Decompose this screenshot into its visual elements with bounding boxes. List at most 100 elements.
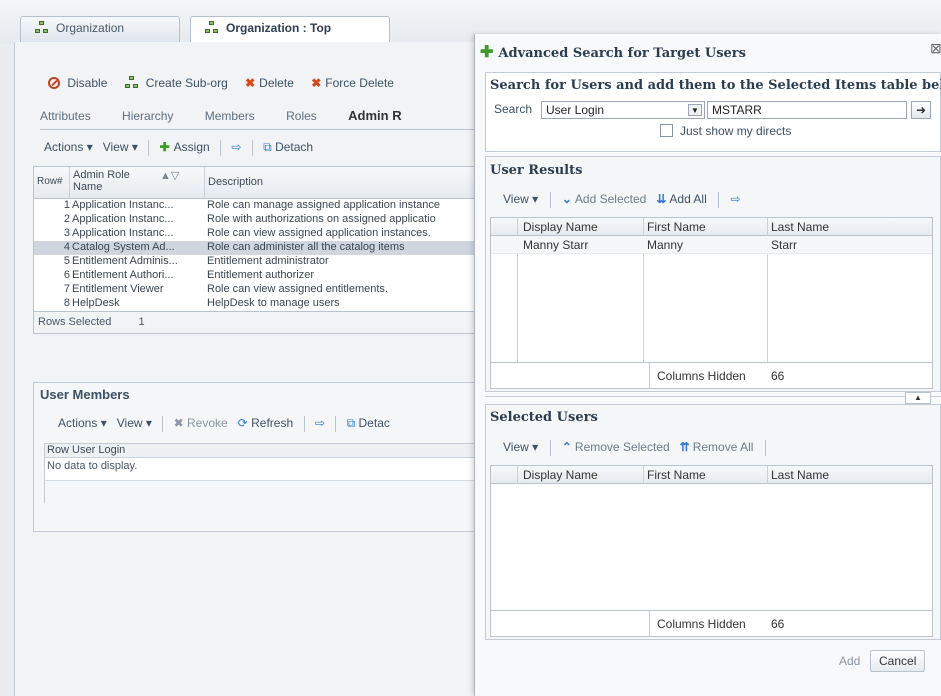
actions-menu[interactable]: Actions ▾	[58, 416, 107, 430]
chevron-up-icon: ⌃	[561, 440, 572, 455]
detail-tabs: Attributes Hierarchy Members Roles Admin…	[40, 108, 484, 130]
column-divider	[767, 466, 768, 484]
close-icon[interactable]: ⊠	[930, 40, 941, 57]
tab-organization-top[interactable]: Organization : Top	[190, 16, 390, 42]
disable-icon	[48, 77, 60, 89]
export-icon[interactable]: ⇨	[730, 192, 740, 206]
disable-button[interactable]: Disable	[48, 76, 107, 90]
table-row[interactable]: 3 Application Instanc... Role can view ass…	[34, 227, 483, 241]
organization-icon	[124, 76, 140, 89]
cell-role-name: Catalog System Ad...	[72, 241, 175, 253]
revoke-icon: ✖	[173, 416, 184, 431]
table-row[interactable]: 6 Entitlement Authori... Entitlement autho…	[34, 269, 483, 283]
chevron-down-icon[interactable]: ▼	[688, 104, 702, 116]
columns-hidden-count: 66	[771, 369, 785, 383]
table-header: Display Name First Name Last Name	[491, 466, 932, 484]
toolbar-separator	[162, 416, 164, 432]
chevron-down-icon: ▾	[145, 416, 152, 431]
tab-attributes[interactable]: Attributes	[40, 109, 91, 123]
cell-description: Role with authorizations on assigned app…	[207, 213, 436, 225]
table-row[interactable]: 8 HelpDesk HelpDesk to manage users	[34, 297, 483, 311]
selected-users-toolbar: View ▾ ⌃ Remove Selected ⇈ Remove All	[503, 440, 774, 456]
cell-role-name: Application Instanc...	[72, 199, 174, 211]
assign-button[interactable]: ✚ Assign	[160, 140, 210, 154]
toolbar-separator	[335, 416, 337, 432]
view-menu[interactable]: View ▾	[503, 192, 538, 206]
cell-row-number: 8	[63, 297, 70, 309]
cell-role-name: Entitlement Adminis...	[72, 255, 178, 267]
detach-button[interactable]: ⧉ Detach	[263, 140, 313, 154]
tab-admin-roles[interactable]: Admin R	[348, 108, 401, 123]
view-menu[interactable]: View ▾	[503, 440, 538, 454]
create-sub-org-button[interactable]: Create Sub-org	[124, 76, 228, 90]
add-all-button[interactable]: ⇊ Add All	[656, 192, 706, 206]
search-instructions: Search for Users and add them to the Sel…	[490, 78, 941, 93]
tab-organization[interactable]: Organization	[20, 16, 180, 42]
actions-menu[interactable]: Actions ▾	[44, 140, 93, 154]
table-row[interactable]: 7 Entitlement Viewer Role can view assigne…	[34, 283, 483, 297]
splitter[interactable]	[485, 396, 941, 404]
cell-description: Entitlement administrator	[207, 255, 329, 267]
refresh-button[interactable]: ⟳ Refresh	[238, 416, 293, 430]
tab-members[interactable]: Members	[205, 109, 255, 123]
org-action-bar: Disable Create Sub-org ✖ Delete ✖ Force De…	[48, 76, 408, 90]
table-header: Row# Admin Role Name ▲▽ Description	[34, 167, 483, 199]
directs-checkbox[interactable]	[660, 124, 673, 137]
export-icon: ⇨	[314, 416, 325, 431]
tab-hierarchy[interactable]: Hierarchy	[122, 109, 173, 123]
search-input[interactable]	[707, 101, 907, 119]
table-row[interactable]: 1 Application Instanc... Role can manage a…	[34, 199, 483, 213]
remove-all-button[interactable]: ⇈ Remove All	[680, 440, 754, 454]
export-button[interactable]: ⇨	[315, 416, 325, 430]
collapse-icon[interactable]: ▲	[905, 392, 931, 404]
tab-roles[interactable]: Roles	[286, 109, 317, 123]
column-divider	[643, 466, 644, 484]
search-label: Search	[494, 102, 533, 116]
cell-role-name: Entitlement Authori...	[72, 269, 174, 281]
column-header-first-name[interactable]: First Name	[647, 220, 706, 234]
refresh-icon: ⟳	[237, 416, 248, 431]
chevron-down-icon: ▾	[532, 440, 539, 455]
search-go-button[interactable]: ➜	[911, 101, 931, 119]
add-button[interactable]: Add	[830, 650, 869, 672]
delete-icon: ✖	[311, 76, 322, 90]
column-header-description[interactable]: Description	[205, 167, 485, 199]
column-header-first-name[interactable]: First Name	[647, 468, 706, 482]
revoke-button[interactable]: ✖ Revoke	[174, 416, 228, 430]
delete-icon: ✖	[245, 76, 256, 90]
table-row[interactable]: Manny Starr Manny Starr	[491, 236, 932, 254]
export-button[interactable]: ⇨	[231, 140, 241, 154]
sort-icon[interactable]: ▲▽	[160, 169, 179, 182]
delete-button[interactable]: ✖ Delete	[245, 76, 294, 90]
search-by-select[interactable]: User Login ▼	[541, 101, 705, 119]
table-row[interactable]: 5 Entitlement Adminis... Entitlement admin…	[34, 255, 483, 269]
column-header-row: Row#	[34, 167, 70, 199]
dialog-title: ✚ Advanced Search for Target Users	[480, 44, 746, 61]
user-members-toolbar: Actions ▾ View ▾ ✖ Revoke ⟳ Refresh ⇨ ⧉ …	[58, 416, 390, 432]
column-header-display-name[interactable]: Display Name	[523, 220, 598, 234]
cell-row-number: 6	[63, 269, 70, 281]
add-selected-button[interactable]: ⌄ Add Selected	[562, 192, 646, 206]
cell-description: Role can view assigned entitlements.	[207, 283, 388, 295]
table-row[interactable]: 2 Application Instanc... Role with authori…	[34, 213, 483, 227]
remove-selected-button[interactable]: ⌃ Remove Selected	[562, 440, 670, 454]
table-row[interactable]: 4 Catalog System Ad... Role can administer…	[34, 241, 483, 255]
admin-roles-toolbar: Actions ▾ View ▾ ✚ Assign ⇨ ⧉ Detach	[44, 140, 313, 156]
detach-icon: ⧉	[346, 416, 356, 431]
user-members-table: Row User Login No data to display.	[44, 443, 484, 504]
chevron-down-icon: ▾	[100, 416, 107, 431]
cancel-button[interactable]: Cancel	[870, 650, 926, 672]
chevron-down-icon: ⌄	[561, 192, 572, 207]
column-header-display-name[interactable]: Display Name	[523, 468, 598, 482]
view-menu[interactable]: View ▾	[117, 416, 152, 430]
column-header-name[interactable]: Admin Role Name ▲▽	[70, 167, 205, 199]
view-menu[interactable]: View ▾	[103, 140, 138, 154]
admin-roles-table: Row# Admin Role Name ▲▽ Description 1 App…	[33, 166, 484, 334]
column-header-last-name[interactable]: Last Name	[771, 468, 829, 482]
table-footer: Columns Hidden 66	[491, 610, 932, 637]
selected-users-title: Selected Users	[490, 410, 598, 425]
force-delete-button[interactable]: ✖ Force Delete	[311, 76, 394, 90]
column-header-last-name[interactable]: Last Name	[771, 220, 829, 234]
double-chevron-down-icon: ⇊	[656, 192, 667, 207]
detach-button[interactable]: ⧉ Detac	[347, 416, 390, 430]
